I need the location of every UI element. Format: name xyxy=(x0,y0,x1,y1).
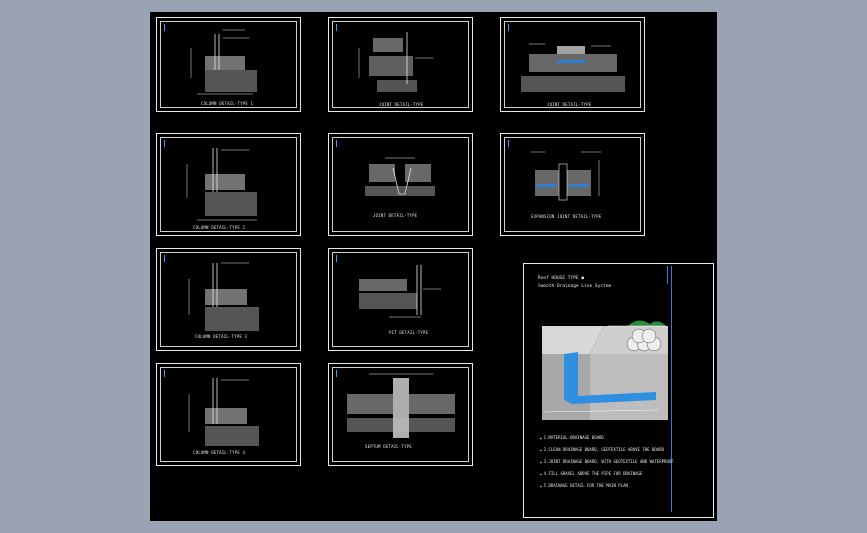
note-3: 3.JOINT DRAINAGE BOARD, WITH GEOTEXTILE … xyxy=(540,459,674,464)
note-1: 1.MATERIAL-DRAINAGE BOARD xyxy=(540,435,604,440)
pit-detail-drawing xyxy=(359,265,441,318)
drainage-3d-illustration xyxy=(542,320,668,420)
frame-marker-icon xyxy=(164,140,165,147)
septum-detail-drawing xyxy=(347,373,455,438)
column-detail-drawing xyxy=(186,148,257,221)
column-detail-drawing xyxy=(188,378,259,446)
detail-caption: COLUMN DETAIL-TYPE 3 xyxy=(195,334,248,339)
panel-subtitle: Smooth Drainage Line System xyxy=(538,284,612,289)
detail-caption: JOINT DETAIL-TYPE xyxy=(373,213,418,218)
note-2: 2.CLEAN DRAINAGE BOARD, GEOTEXTILE ABOVE… xyxy=(540,447,664,452)
detail-frame-4[interactable]: COLUMN DETAIL-TYPE 2 xyxy=(156,133,301,236)
detail-caption: JOINT DETAIL-TYPE xyxy=(379,102,424,107)
detail-frame-1[interactable]: COLUMN DETAIL-TYPE 1 xyxy=(156,17,301,112)
frame-marker-icon xyxy=(164,370,165,377)
detail-frame-5[interactable]: JOINT DETAIL-TYPE xyxy=(328,133,473,236)
detail-caption: JOINT DETAIL-TYPE xyxy=(547,102,592,107)
column-detail-drawing xyxy=(188,262,259,331)
detail-frame-3[interactable]: JOINT DETAIL-TYPE xyxy=(500,17,645,112)
expansion-joint-drawing xyxy=(531,151,601,201)
detail-frame-8[interactable]: PIT DETAIL-TYPE xyxy=(328,248,473,351)
detail-caption: PIT DETAIL-TYPE xyxy=(389,330,429,335)
note-5: 5.DRAINAGE DETAIL FOR THE MAIN PLAN xyxy=(540,483,628,488)
detail-frame-2[interactable]: JOINT DETAIL-TYPE xyxy=(328,17,473,112)
frame-marker-icon xyxy=(164,24,165,31)
frame-marker-icon xyxy=(164,255,165,262)
detail-caption: COLUMN DETAIL-TYPE 1 xyxy=(201,101,254,106)
frame-marker-icon xyxy=(336,255,337,262)
joint-detail-drawing xyxy=(521,43,625,92)
detail-caption: SEPTUM DETAIL-TYPE xyxy=(365,444,412,449)
detail-frame-6[interactable]: EXPANSION JOINT DETAIL-TYPE xyxy=(500,133,645,236)
drainage-system-panel[interactable]: Roof HOUSE TYPE ● Smooth Drainage Line S… xyxy=(523,263,714,518)
detail-frame-7[interactable]: COLUMN DETAIL-TYPE 3 xyxy=(156,248,301,351)
note-4: 4.FILL GRAVEL ABOVE THE PIPE FOR DRAINAG… xyxy=(540,471,643,476)
frame-marker-icon xyxy=(336,140,337,147)
column-detail-drawing xyxy=(190,29,257,95)
panel-title: Roof HOUSE TYPE ● xyxy=(538,276,585,281)
detail-caption: EXPANSION JOINT DETAIL-TYPE xyxy=(531,214,602,219)
border-line xyxy=(671,266,672,512)
frame-marker-icon xyxy=(336,370,337,377)
frame-marker-icon xyxy=(508,24,509,31)
frame-marker-icon xyxy=(508,140,509,147)
border-line xyxy=(667,266,668,284)
detail-caption: COLUMN DETAIL-TYPE 2 xyxy=(193,225,246,230)
joint-detail-drawing xyxy=(358,32,433,92)
frame-marker-icon xyxy=(336,24,337,31)
joint-detail-drawing xyxy=(365,157,435,196)
detail-frame-9[interactable]: COLUMN DETAIL-TYPE 4 xyxy=(156,363,301,466)
detail-frame-10[interactable]: SEPTUM DETAIL-TYPE xyxy=(328,363,473,466)
detail-caption: COLUMN DETAIL-TYPE 4 xyxy=(193,450,246,455)
